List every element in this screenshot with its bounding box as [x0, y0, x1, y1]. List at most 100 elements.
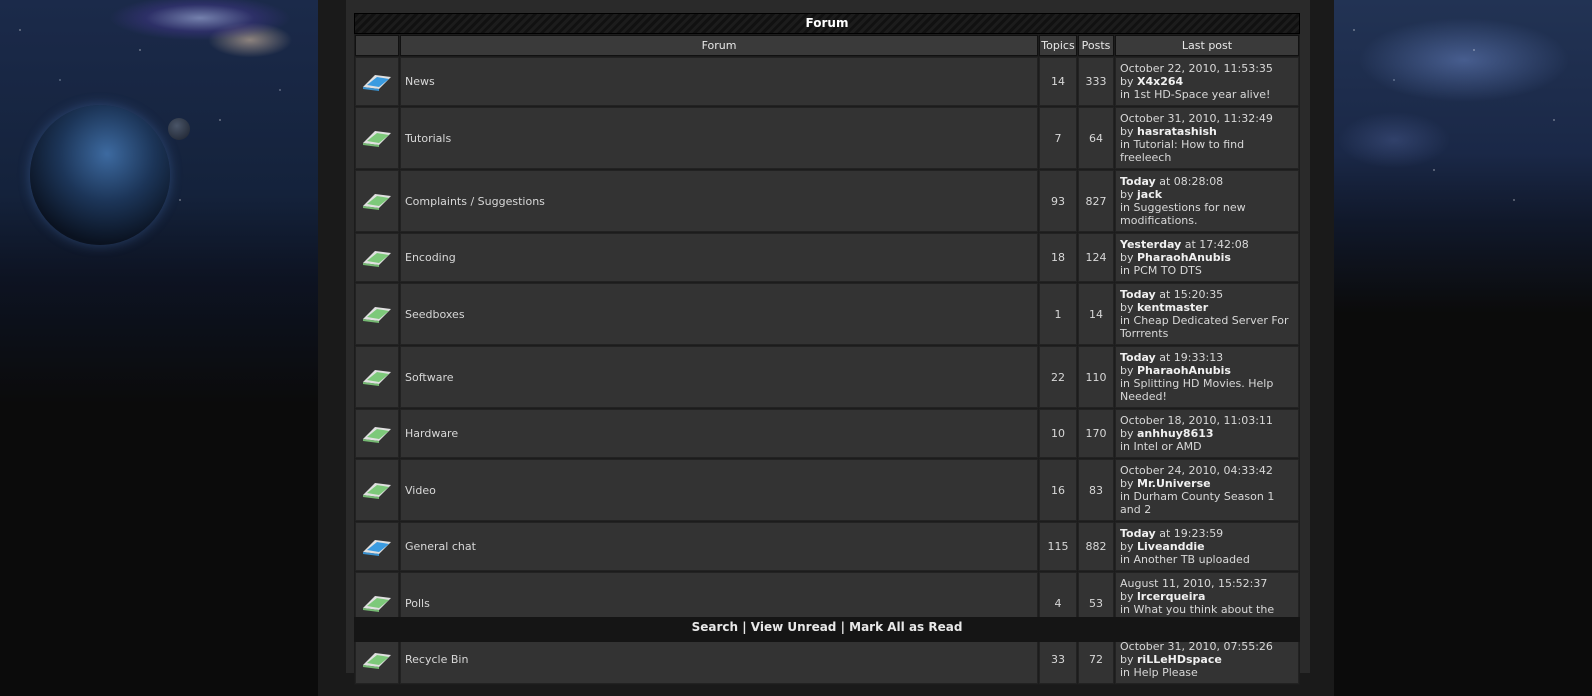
last-post-cell: Today at 15:20:35 by kentmaster in Cheap D… [1115, 283, 1299, 345]
last-post-topic-link[interactable]: Intel or AMD [1134, 440, 1202, 453]
by-label: by [1120, 75, 1137, 88]
planet-image [30, 105, 170, 245]
posts-count: 827 [1078, 170, 1114, 232]
by-label: by [1120, 653, 1137, 666]
forum-icon-cell [355, 283, 399, 345]
last-post-date: at 17:42:08 [1181, 238, 1249, 251]
forum-name-link[interactable]: Polls [405, 597, 430, 610]
posts-count: 64 [1078, 107, 1114, 169]
view-unread-link[interactable]: View Unread [751, 620, 837, 634]
forum-name-cell: Video [400, 459, 1038, 521]
last-post-topic-link[interactable]: Another TB uploaded [1134, 553, 1250, 566]
forum-row: Seedboxes 1 14 Today at 15:20:35 by kentmast… [355, 283, 1299, 345]
forum-name-link[interactable]: Tutorials [405, 132, 451, 145]
forum-name-link[interactable]: Video [405, 484, 436, 497]
forum-name-link[interactable]: Hardware [405, 427, 458, 440]
last-post-author-link[interactable]: hasratashish [1137, 125, 1217, 138]
in-label: in [1120, 138, 1134, 151]
posts-count: 170 [1078, 409, 1114, 458]
folder-no-new-posts-icon [363, 307, 391, 323]
topics-column-header: Topics [1039, 35, 1077, 56]
forum-name-cell: News [400, 57, 1038, 106]
topics-count: 33 [1039, 635, 1077, 684]
posts-count: 333 [1078, 57, 1114, 106]
last-post-author-link[interactable]: Mr.Universe [1137, 477, 1211, 490]
in-label: in [1120, 553, 1134, 566]
posts-count: 14 [1078, 283, 1114, 345]
last-post-topic-link[interactable]: 1st HD-Space year alive! [1134, 88, 1271, 101]
forum-name-link[interactable]: Seedboxes [405, 308, 465, 321]
folder-no-new-posts-icon [363, 652, 391, 669]
last-post-topic-link[interactable]: Tutorial: How to find freeleech [1120, 138, 1244, 164]
last-post-topic-link[interactable]: Cheap Dedicated Server For Torrrents [1120, 314, 1289, 340]
forum-row: Tutorials 7 64 October 31, 2010, 11:32:49 by… [355, 107, 1299, 169]
forum-row: News 14 333 October 22, 2010, 11:53:35 by X4… [355, 57, 1299, 106]
folder-no-new-posts-icon [363, 426, 391, 443]
last-post-column-header: Last post [1115, 35, 1299, 56]
topics-count: 115 [1039, 522, 1077, 571]
last-post-cell: Yesterday at 17:42:08 by PharaohAnubis in … [1115, 233, 1299, 282]
left-background-art [0, 0, 318, 696]
last-post-cell: October 31, 2010, 11:32:49 by hasratashis… [1115, 107, 1299, 169]
forum-name-cell: Tutorials [400, 107, 1038, 169]
last-post-author-link[interactable]: PharaohAnubis [1137, 364, 1231, 377]
last-post-day: Today [1120, 288, 1156, 301]
by-label: by [1120, 540, 1137, 553]
forum-name-link[interactable]: General chat [405, 540, 476, 553]
posts-count: 110 [1078, 346, 1114, 408]
last-post-author-link[interactable]: kentmaster [1137, 301, 1208, 314]
posts-count: 124 [1078, 233, 1114, 282]
topics-count: 18 [1039, 233, 1077, 282]
last-post-day: Today [1120, 527, 1156, 540]
last-post-cell: Today at 19:33:13 by PharaohAnubis in Spli… [1115, 346, 1299, 408]
in-label: in [1120, 88, 1134, 101]
last-post-cell: Today at 19:23:59 by Liveanddie in Another… [1115, 522, 1299, 571]
folder-no-new-posts-icon [363, 131, 391, 147]
by-label: by [1120, 477, 1137, 490]
last-post-date: at 08:28:08 [1155, 175, 1224, 188]
last-post-topic-link[interactable]: Help Please [1134, 666, 1198, 679]
forum-icon-cell [355, 233, 399, 282]
last-post-author-link[interactable]: Liveanddie [1137, 540, 1205, 553]
folder-new-posts-icon [363, 539, 391, 556]
last-post-date: October 22, 2010, 11:53:35 [1120, 62, 1273, 75]
forum-name-link[interactable]: Software [405, 371, 454, 384]
last-post-topic-link[interactable]: PCM TO DTS [1134, 264, 1202, 277]
last-post-author-link[interactable]: lrcerqueira [1137, 590, 1205, 603]
forum-icon-cell [355, 107, 399, 169]
last-post-date: August 11, 2010, 15:52:37 [1120, 577, 1268, 590]
last-post-topic-link[interactable]: Splitting HD Movies. Help Needed! [1120, 377, 1273, 403]
folder-no-new-posts-icon [363, 194, 391, 210]
last-post-author-link[interactable]: X4x264 [1137, 75, 1183, 88]
forum-name-link[interactable]: News [405, 75, 435, 88]
topics-count: 22 [1039, 346, 1077, 408]
icon-column-header [355, 35, 399, 56]
last-post-author-link[interactable]: riLLeHDspace [1137, 653, 1222, 666]
last-post-author-link[interactable]: anhhuy8613 [1137, 427, 1214, 440]
search-link[interactable]: Search [692, 620, 738, 634]
forum-row: Hardware 10 170 October 18, 2010, 11:03:11 b… [355, 409, 1299, 458]
right-background-art [1334, 0, 1592, 696]
last-post-day: Yesterday [1120, 238, 1182, 251]
last-post-cell: October 22, 2010, 11:53:35 by X4x264 in 1s… [1115, 57, 1299, 106]
forum-name-link[interactable]: Recycle Bin [405, 653, 468, 666]
forum-name-link[interactable]: Encoding [405, 251, 456, 264]
last-post-topic-link[interactable]: Durham County Season 1 and 2 [1120, 490, 1274, 516]
by-label: by [1120, 364, 1137, 377]
folder-new-posts-icon [363, 74, 391, 91]
last-post-author-link[interactable]: jack [1137, 188, 1162, 201]
last-post-topic-link[interactable]: Suggestions for new modifications. [1120, 201, 1246, 227]
last-post-author-link[interactable]: PharaohAnubis [1137, 251, 1231, 264]
last-post-date: October 31, 2010, 11:32:49 [1120, 112, 1273, 125]
last-post-date: at 15:20:35 [1155, 288, 1224, 301]
by-label: by [1120, 125, 1137, 138]
forum-actions-bar: Search | View Unread | Mark All as Read [354, 617, 1300, 642]
forum-column-header: Forum [400, 35, 1038, 56]
in-label: in [1120, 666, 1134, 679]
forum-name-link[interactable]: Complaints / Suggestions [405, 195, 545, 208]
in-label: in [1120, 490, 1134, 503]
topics-count: 16 [1039, 459, 1077, 521]
mark-all-read-link[interactable]: Mark All as Read [849, 620, 962, 634]
last-post-cell: Today at 08:28:08 by jack in Suggestions f… [1115, 170, 1299, 232]
last-post-cell: October 24, 2010, 04:33:42 by Mr.Universe… [1115, 459, 1299, 521]
